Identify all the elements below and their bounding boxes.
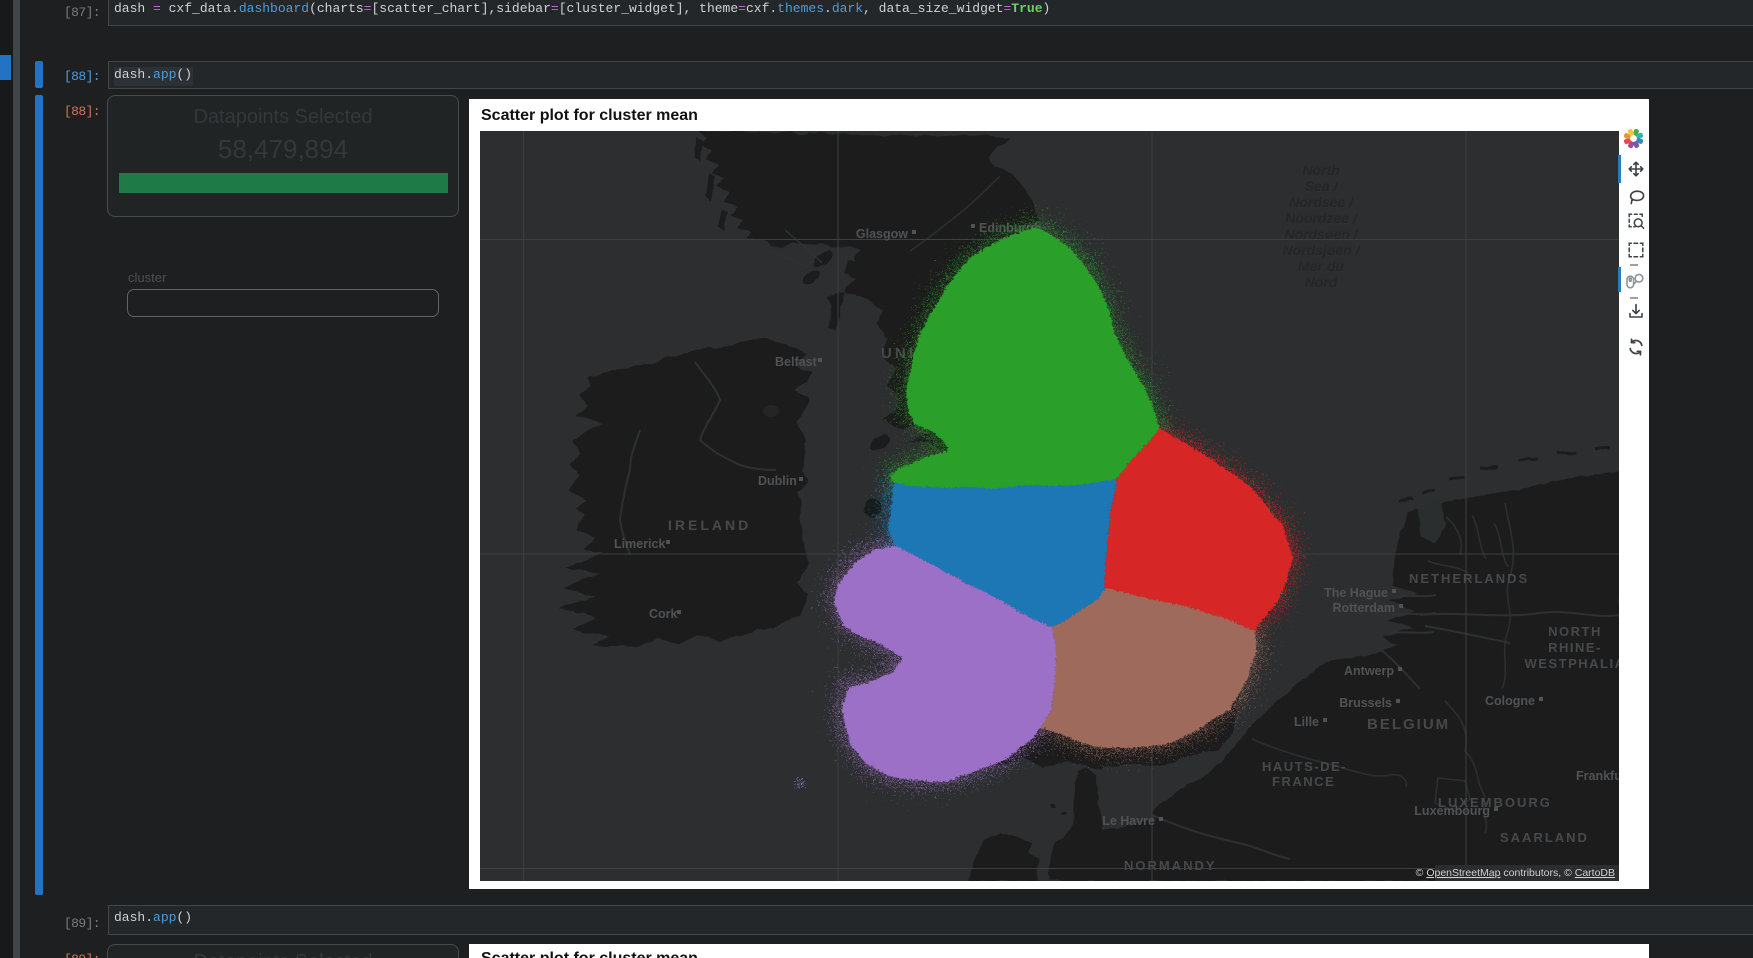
svg-text:Cork: Cork [649,607,678,621]
svg-text:Cologne: Cologne [1485,694,1535,708]
svg-text:RHINE-: RHINE- [1548,640,1602,655]
svg-text:Nordsee /: Nordsee / [1289,194,1355,210]
svg-text:Nordsøen /: Nordsøen / [1284,226,1359,242]
svg-text:NORTH: NORTH [1548,624,1602,639]
svg-text:HAUTS-DE-: HAUTS-DE- [1262,759,1347,774]
svg-text:Nordsjøen /: Nordsjøen / [1282,242,1361,258]
svg-text:WESTPHALIA: WESTPHALIA [1525,656,1619,671]
svg-text:Le Havre: Le Havre [1102,814,1155,828]
svg-text:Dublin: Dublin [758,474,797,488]
svg-text:BELGIUM: BELGIUM [1367,716,1450,733]
svg-text:SAARLAND: SAARLAND [1500,830,1589,845]
svg-text:Lille: Lille [1294,715,1319,729]
svg-text:The Hague: The Hague [1324,586,1388,600]
svg-text:Mer du: Mer du [1298,258,1344,274]
svg-text:© OpenStreetMap contributors,: © OpenStreetMap contributors, © CartoDB [1416,867,1615,879]
svg-text:Frankfu: Frankfu [1576,769,1619,783]
svg-text:Antwerp: Antwerp [1344,664,1394,678]
svg-text:Noordzee /: Noordzee / [1285,210,1359,226]
svg-text:North: North [1302,162,1339,178]
svg-text:LUXEMBOURG: LUXEMBOURG [1438,795,1552,810]
svg-text:Nord: Nord [1305,274,1338,290]
svg-text:Limerick: Limerick [614,537,665,551]
svg-text:Glasgow: Glasgow [856,227,908,241]
svg-text:NETHERLANDS: NETHERLANDS [1409,571,1529,586]
svg-text:IRELAND: IRELAND [668,517,751,533]
svg-text:Sea /: Sea / [1305,178,1340,194]
svg-text:Belfast: Belfast [775,355,818,369]
svg-text:FRANCE: FRANCE [1272,774,1335,789]
svg-text:NORMANDY: NORMANDY [1124,858,1217,873]
svg-text:Brussels: Brussels [1339,696,1392,710]
svg-text:Rotterdam: Rotterdam [1332,601,1395,615]
